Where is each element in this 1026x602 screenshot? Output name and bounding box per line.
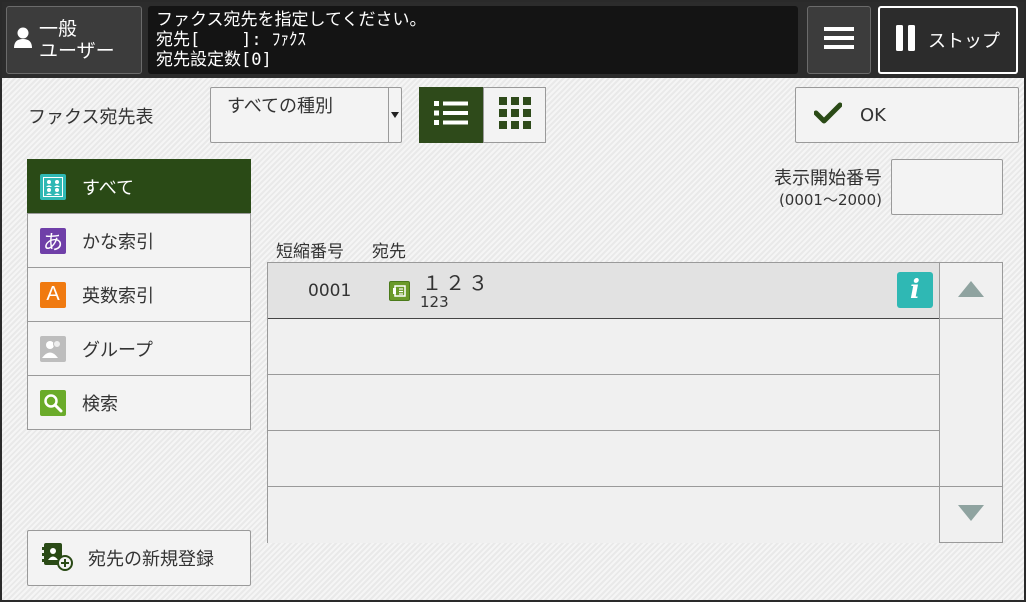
category-list: すべて あ かな索引 A 英数索引 グループ 検索 [27,159,251,430]
destination-table: 0001 １２３ 123 i [267,262,940,543]
category-alphanumeric[interactable]: A 英数索引 [27,267,251,322]
list-view-button[interactable] [419,87,483,143]
scrollbar [939,262,1003,543]
address-book-title: ファクス宛先表 [28,107,154,128]
info-icon[interactable]: i [897,272,933,308]
category-label: 英数索引 [82,285,154,307]
chevron-down-icon [391,112,399,118]
pause-icon [896,25,916,55]
start-number-field[interactable] [891,159,1003,215]
row-short-number: 0001 [308,281,352,301]
category-label: かな索引 [82,231,154,253]
table-row[interactable] [268,319,939,375]
hamburger-icon [824,27,854,53]
top-bar: 一般 ユーザー ファクス宛先を指定してください。 宛先[ ]: ﾌｧｸｽ 宛先設… [2,2,1024,78]
type-select[interactable]: すべての種別 [210,87,402,143]
start-number-label: 表示開始番号 [774,168,882,189]
scroll-up-button[interactable] [940,263,1002,319]
table-row[interactable]: 0001 １２３ 123 i [268,263,939,319]
category-label: グループ [82,339,153,361]
table-row[interactable] [268,431,939,487]
row-destination-name: １２３ [422,271,491,295]
stop-label: ストップ [928,31,1000,52]
ok-button[interactable]: OK [795,87,1019,143]
category-group[interactable]: グループ [27,321,251,376]
stop-button[interactable]: ストップ [878,6,1018,74]
new-destination-button[interactable]: 宛先の新規登録 [27,530,251,586]
ok-label: OK [860,104,886,126]
message-line-3: 宛先設定数[0] [156,50,272,70]
category-search[interactable]: 検索 [27,375,251,430]
category-kana[interactable]: あ かな索引 [27,213,251,268]
grid-people-icon [40,173,66,200]
table-row[interactable] [268,487,939,543]
category-all[interactable]: すべて [27,159,251,214]
category-label: すべて [82,177,135,199]
checkmark-icon [813,102,843,128]
fax-contact-icon [389,281,410,301]
user-icon [13,26,33,54]
column-header-destination: 宛先 [372,242,406,262]
list-view-icon [434,100,468,130]
user-mode-button[interactable]: 一般 ユーザー [6,6,142,74]
scroll-down-button[interactable] [940,486,1002,542]
triangle-up-icon [958,280,984,301]
table-row[interactable] [268,375,939,431]
message-line-1: ファクス宛先を指定してください。 [156,10,427,30]
alpha-icon: A [40,281,66,308]
row-destination-number: 123 [420,293,449,311]
add-contact-icon [42,541,74,575]
user-mode-label: 一般 ユーザー [39,18,115,62]
start-number-range: (0001〜2000) [778,191,882,209]
message-line-2: 宛先[ ]: ﾌｧｸｽ [156,30,306,50]
new-destination-label: 宛先の新規登録 [88,549,214,570]
grid-view-button[interactable] [483,87,546,143]
group-icon [40,335,66,362]
category-label: 検索 [82,393,118,415]
grid-view-icon [498,97,531,133]
type-select-value: すべての種別 [227,96,334,117]
search-icon [40,389,66,416]
triangle-down-icon [958,504,984,525]
menu-button[interactable] [807,6,871,74]
column-header-short-number: 短縮番号 [276,242,344,262]
select-divider [388,88,389,142]
screen-frame: 一般 ユーザー ファクス宛先を指定してください。 宛先[ ]: ﾌｧｸｽ 宛先設… [0,0,1026,602]
kana-icon: あ [40,227,66,254]
status-message: ファクス宛先を指定してください。 宛先[ ]: ﾌｧｸｽ 宛先設定数[0] [148,6,798,74]
